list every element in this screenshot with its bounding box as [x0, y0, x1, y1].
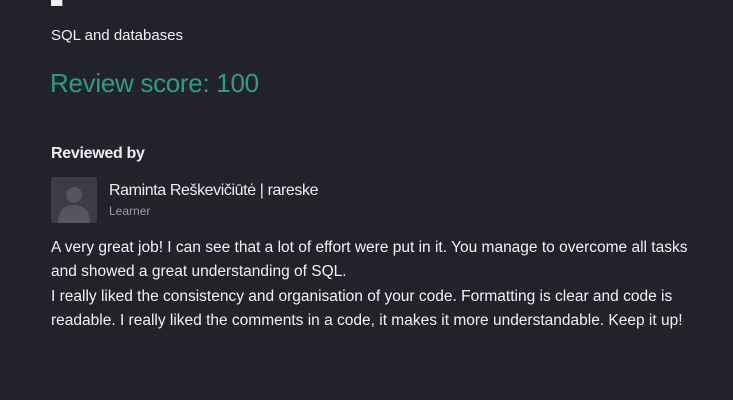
user-avatar-icon [51, 177, 97, 223]
comment-paragraph: A very great job! I can see that a lot o… [51, 239, 688, 281]
project-topic: SQL and databases [51, 27, 184, 44]
reviewer-role: Learner [109, 204, 151, 218]
reviewer-avatar[interactable] [51, 177, 97, 223]
review-comment: A very great job! I can see that a lot o… [51, 236, 691, 334]
review-score: Review score: 100 [50, 68, 259, 98]
review-page: ▄ ▀ SQL and databases Review score: 100 … [0, 0, 733, 400]
comment-paragraph: I really liked the consistency and organ… [51, 287, 683, 330]
reviewed-by-heading: Reviewed by [51, 145, 145, 162]
clipped-heading: ▄ ▀ [51, 0, 78, 6]
reviewer-name[interactable]: Raminta Reškevičiūtė | rareske [109, 182, 319, 200]
